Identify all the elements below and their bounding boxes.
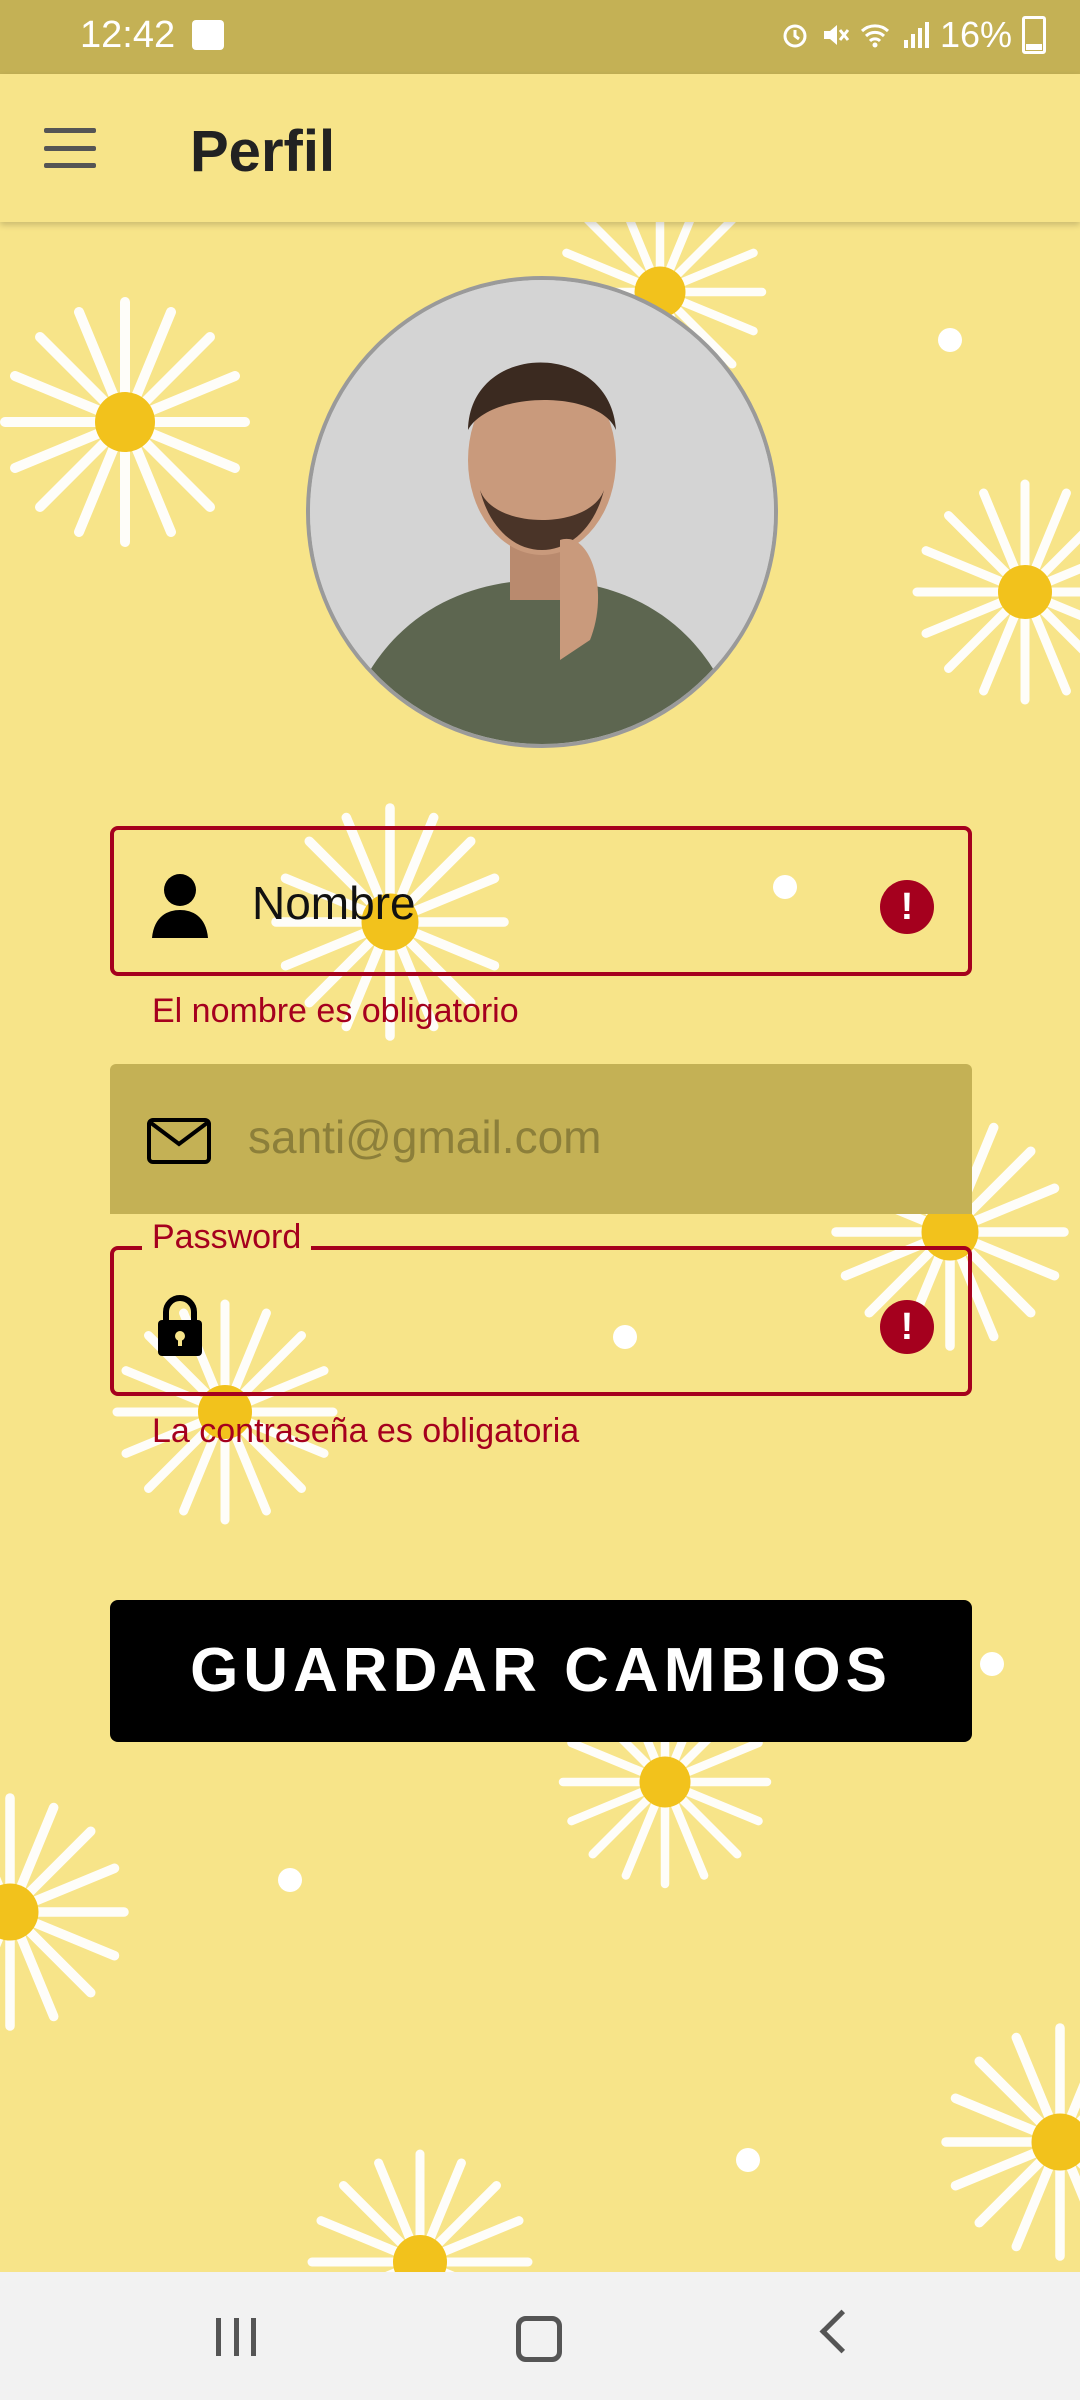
lock-icon [158, 1295, 202, 1356]
name-error-text: El nombre es obligatorio [152, 992, 519, 1030]
back-icon[interactable] [819, 2309, 864, 2354]
battery-icon [1022, 16, 1046, 54]
battery-percent: 16% [939, 14, 1012, 55]
hamburger-menu-icon[interactable] [44, 128, 96, 168]
alarm-icon [783, 24, 807, 48]
signal-icon [903, 22, 929, 48]
save-changes-button[interactable]: GUARDAR CAMBIOS [110, 1600, 972, 1742]
profile-photo [310, 280, 774, 744]
password-label: Password [142, 1218, 312, 1257]
page-title: Perfil [190, 119, 336, 184]
mail-icon [147, 1118, 211, 1164]
recents-icon[interactable] [216, 2318, 256, 2356]
name-input-value[interactable]: Nombre [252, 876, 416, 930]
status-bar: 12:42 16% [0, 0, 1080, 74]
status-icons: 16% [780, 14, 1046, 56]
error-icon: ! [880, 1300, 934, 1354]
image-icon [192, 20, 224, 50]
status-time: 12:42 [80, 14, 176, 56]
email-input-value[interactable]: santi@gmail.com [248, 1110, 601, 1164]
email-field[interactable]: santi@gmail.com [110, 1064, 972, 1214]
app-bar: Perfil [0, 74, 1080, 222]
name-field[interactable]: Nombre ! [110, 826, 972, 976]
password-error-text: La contraseña es obligatoria [152, 1412, 580, 1450]
avatar[interactable] [306, 276, 778, 748]
mute-icon [823, 25, 850, 45]
error-icon: ! [880, 880, 934, 934]
person-icon [152, 874, 208, 938]
wifi-icon [860, 24, 889, 48]
password-field[interactable]: Password ! [110, 1218, 972, 1396]
home-icon[interactable] [516, 2316, 562, 2362]
system-nav-bar [0, 2272, 1080, 2400]
